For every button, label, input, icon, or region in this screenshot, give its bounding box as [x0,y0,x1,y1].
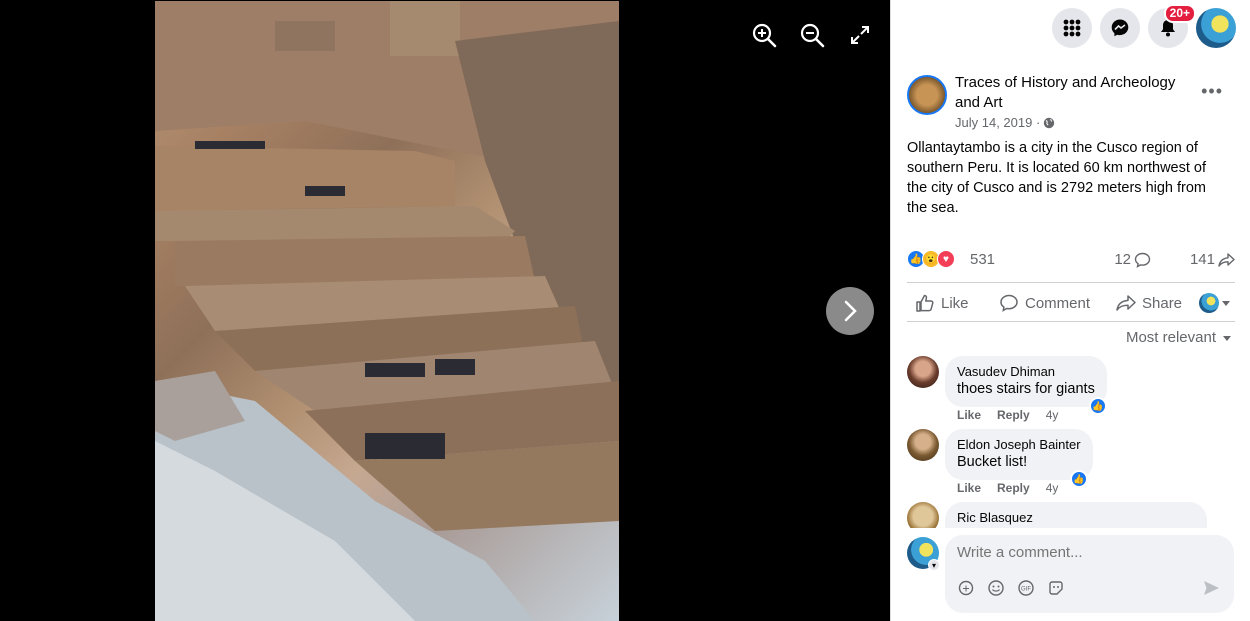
comment-sort-dropdown[interactable]: Most relevant [1126,329,1232,346]
share-count[interactable]: 141 [1190,251,1235,268]
post-photo[interactable] [155,1,619,621]
commenter-avatar[interactable] [907,502,939,528]
commenter-name[interactable]: Eldon Joseph Bainter [957,437,1081,453]
comment-as-selector[interactable] [1199,293,1231,313]
comment-meta: Like Reply 4y [957,481,1058,495]
post-action-bar: Like Comment Share [907,282,1235,322]
send-icon[interactable] [1202,579,1220,597]
like-button[interactable]: Like [915,293,969,313]
sort-label: Most relevant [1125,329,1216,346]
like-label: Like [941,294,969,312]
comment-bubble: Vasudev Dhiman thoes stairs for giants [945,356,1107,407]
svg-text:GIF: GIF [1021,587,1031,593]
profile-mini-avatar [1199,293,1219,313]
share-icon [1116,295,1136,311]
comment-like-link[interactable]: Like [957,481,981,495]
messenger-button[interactable] [1100,8,1140,48]
post-side-panel: 20+ Traces of History and Archeology and… [890,0,1250,621]
comment-bubble-icon [1134,252,1151,268]
sticker-icon[interactable] [1047,579,1065,597]
caret-down-icon [1222,301,1230,306]
comment-button[interactable]: Comment [999,293,1090,313]
commenter-avatar[interactable] [907,429,939,461]
comment-time[interactable]: 4y [1046,481,1059,495]
menu-button[interactable] [1052,8,1092,48]
comment-bubble: Ric Blasquez [945,502,1207,528]
notifications-button[interactable]: 20+ [1148,4,1196,48]
commenter-name[interactable]: Ric Blasquez [957,510,1195,526]
share-count-value: 141 [1189,251,1215,268]
account-avatar[interactable] [1196,8,1236,48]
photo-illustration [155,1,619,621]
comment-composer: ▾ GIF [907,535,1237,613]
zoom-out-icon[interactable] [799,22,825,48]
thumbs-up-icon [916,294,934,312]
gif-icon[interactable]: GIF [1017,579,1035,597]
comment-count-value: 12 [1114,251,1131,268]
comment-meta: Like Reply 4y [957,408,1058,422]
post-date-text[interactable]: July 14, 2019 · [955,115,1040,130]
comment-reply-link[interactable]: Reply [997,408,1030,422]
comment-text: thoes stairs for giants [957,381,1095,397]
comment-time[interactable]: 4y [1046,408,1059,422]
comment-item: Eldon Joseph Bainter Bucket list! 👍 Like… [907,429,1237,495]
reaction-icons[interactable]: 👍 😮 ♥ [907,250,955,268]
share-arrow-icon [1218,252,1235,267]
zoom-in-icon[interactable] [751,22,777,48]
more-options-icon[interactable]: ••• [1201,81,1223,102]
commenter-avatar[interactable] [907,356,939,388]
commenter-name[interactable]: Vasudev Dhiman [957,364,1095,380]
comment-tools: GIF [957,579,1065,597]
notification-badge: 20+ [1163,4,1196,23]
page-avatar[interactable] [907,75,947,115]
comment-count[interactable]: 12 [1114,251,1151,268]
sticker-avatar-icon[interactable] [957,579,975,597]
post-body: Ollantaytambo is a city in the Cusco reg… [907,140,1207,216]
fullscreen-icon[interactable] [847,22,873,48]
caret-down-icon [1223,335,1231,341]
public-globe-icon [1044,117,1055,128]
comment-text: Bucket list! [957,454,1028,470]
comment-item: Vasudev Dhiman thoes stairs for giants 👍… [907,356,1237,422]
app-root: 20+ Traces of History and Archeology and… [0,0,1250,621]
comment-label: Comment [1025,294,1091,312]
comment-icon [1000,294,1018,312]
love-reaction-icon: ♥ [937,250,955,268]
emoji-icon[interactable] [987,579,1005,597]
comment-item: Ric Blasquez [907,502,1237,528]
next-photo-button[interactable] [826,287,874,335]
page-name[interactable]: Traces of History and Archeology and Art [955,73,1200,113]
comment-bubble: Eldon Joseph Bainter Bucket list! [945,429,1093,480]
comment-like-badge-icon[interactable]: 👍 [1089,397,1107,415]
photo-viewer [0,0,890,621]
comment-input[interactable] [957,544,1217,561]
comment-box: GIF [945,535,1234,613]
top-nav-icons: 20+ [1052,4,1236,48]
comment-like-badge-icon[interactable]: 👍 [1070,470,1088,488]
chevron-right-icon [844,300,857,322]
share-button[interactable]: Share [1116,293,1182,313]
grid-menu-icon [1063,19,1081,37]
comment-reply-link[interactable]: Reply [997,481,1030,495]
share-label: Share [1142,294,1183,312]
chevron-down-icon[interactable]: ▾ [928,559,940,571]
messenger-icon [1111,19,1129,37]
reactions-summary: 👍 😮 ♥ 531 12 141 [907,248,1235,272]
post-date: July 14, 2019 · [955,115,1055,130]
comment-like-link[interactable]: Like [957,408,981,422]
reaction-count[interactable]: 531 [970,251,995,268]
